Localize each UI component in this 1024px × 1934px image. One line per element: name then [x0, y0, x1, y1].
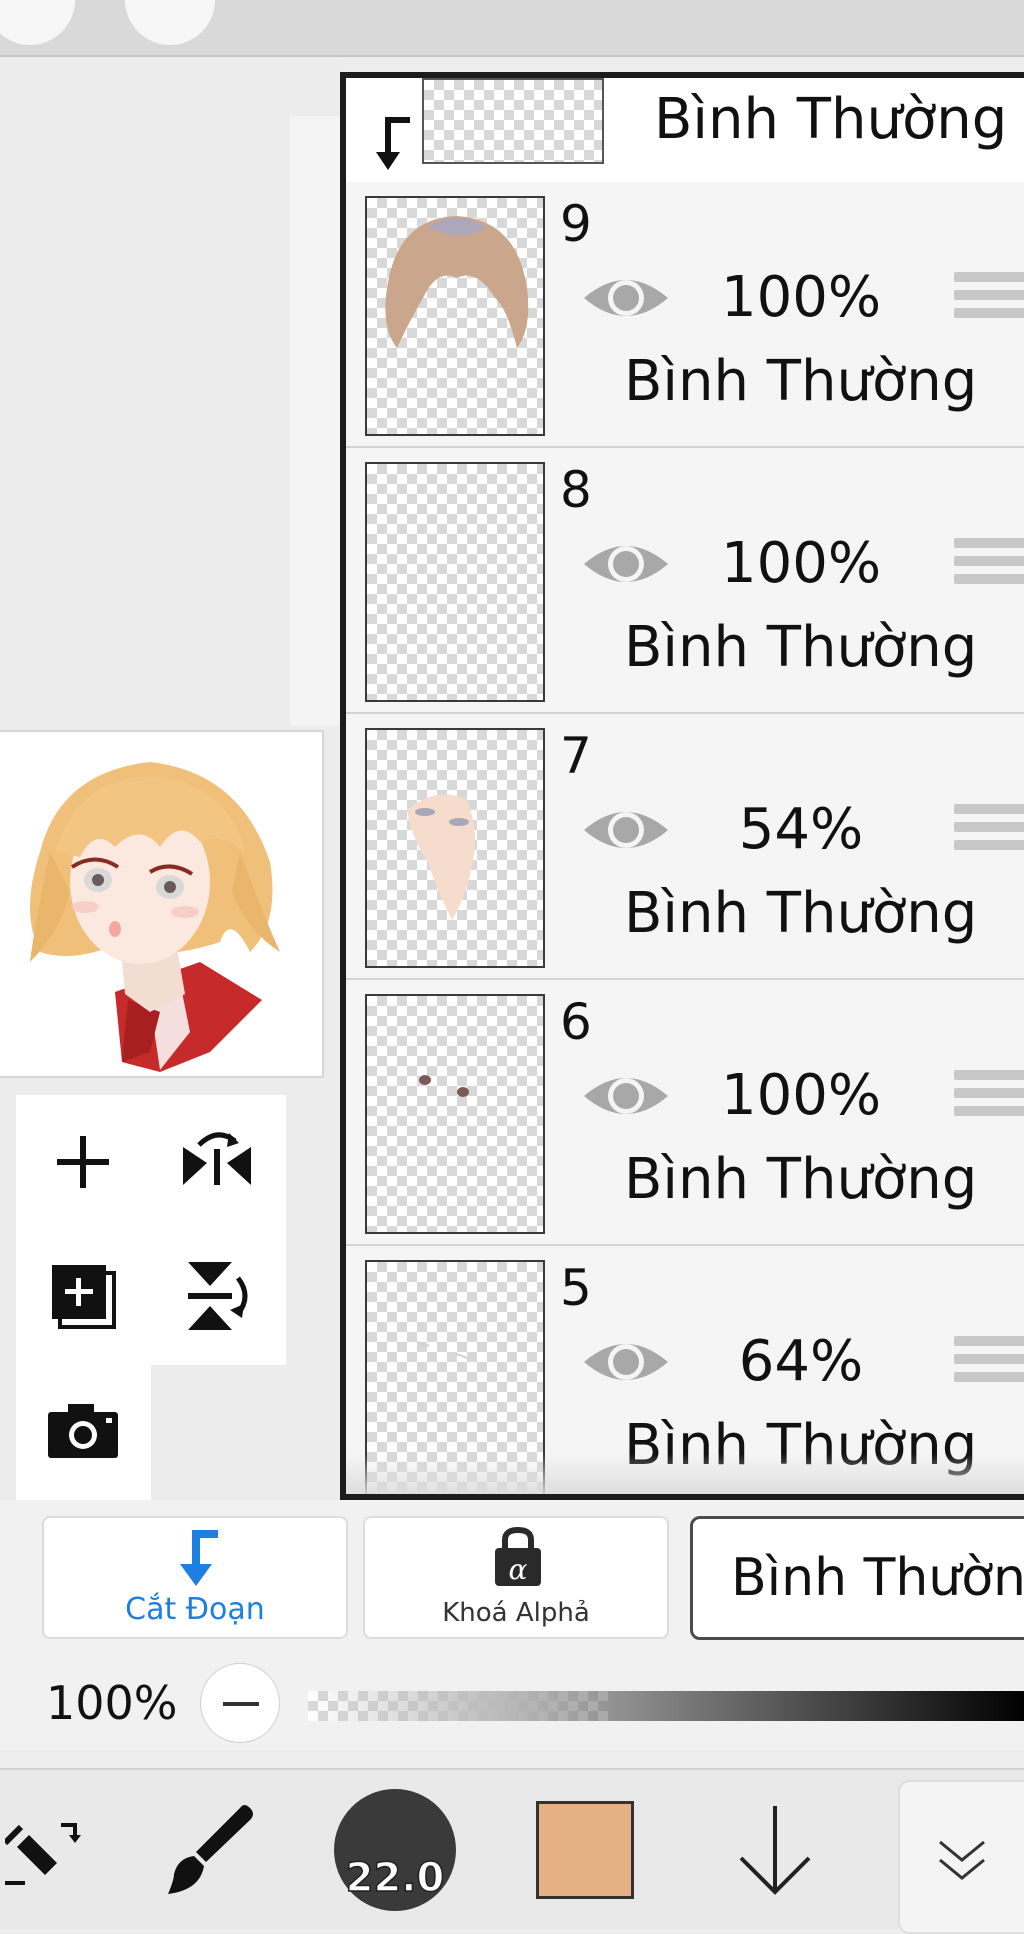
drag-handle-icon[interactable]: [954, 804, 1024, 864]
transform-icon[interactable]: [0, 1770, 90, 1929]
chevron-double-down-icon: [939, 1840, 985, 1880]
alpha-lock-button[interactable]: α Khoá Alphả: [363, 1516, 669, 1639]
eye-icon[interactable]: [580, 800, 672, 860]
clip-icon: [180, 1530, 218, 1586]
brush-size-value: 22.0: [345, 1854, 445, 1902]
layer-blend-mode[interactable]: Bình Thường: [624, 350, 977, 414]
eye-icon[interactable]: [580, 1332, 672, 1392]
top-bar: [0, 0, 1024, 57]
clip-button[interactable]: Cắt Đoạn: [42, 1516, 348, 1639]
layer-opacity[interactable]: 100%: [716, 266, 886, 330]
header-thumbnail: [422, 78, 604, 164]
layer-number: 6: [560, 993, 592, 1051]
layer-blend-mode[interactable]: Bình Thường: [624, 1148, 977, 1212]
layer-number: 9: [560, 195, 592, 253]
color-swatch[interactable]: [530, 1770, 640, 1929]
drag-handle-icon[interactable]: [954, 272, 1024, 332]
layer-tools: [16, 1095, 286, 1500]
flip-horizontal-icon[interactable]: [162, 1107, 272, 1217]
top-circle-button[interactable]: [125, 0, 215, 45]
layers-panel: Bình Thường 9 100% Bình Thường 8 100% Bình Th…: [340, 72, 1024, 1500]
lock-icon: α: [495, 1526, 541, 1586]
layer-row[interactable]: 9 100% Bình Thường: [346, 182, 1024, 448]
artwork-preview[interactable]: [0, 730, 324, 1078]
eye-icon[interactable]: [580, 1066, 672, 1126]
layer-opacity[interactable]: 100%: [716, 1064, 886, 1128]
svg-text:α: α: [509, 1553, 528, 1586]
top-circle-button[interactable]: [0, 0, 75, 45]
layer-blend-mode[interactable]: Bình Thường: [624, 616, 977, 680]
brush-icon[interactable]: [150, 1770, 270, 1929]
eye-icon[interactable]: [580, 268, 672, 328]
layer-opacity[interactable]: 100%: [716, 532, 886, 596]
opacity-row: 100%: [0, 1655, 1024, 1750]
drag-handle-icon[interactable]: [954, 1336, 1024, 1396]
layer-number: 8: [560, 461, 592, 519]
drag-handle-icon[interactable]: [954, 1070, 1024, 1130]
clip-arrow-icon: [376, 117, 410, 170]
eye-icon[interactable]: [580, 534, 672, 594]
layer-row[interactable]: 6 100% Bình Thường: [346, 980, 1024, 1246]
header-blend-mode: Bình Thường: [654, 87, 1008, 152]
brush-size[interactable]: 22.0: [330, 1770, 460, 1929]
flip-vertical-icon[interactable]: [162, 1241, 272, 1351]
layer-number: 5: [560, 1259, 592, 1317]
character-illustration: [30, 762, 280, 1072]
clip-label: Cắt Đoạn: [125, 1592, 265, 1627]
layer-thumbnail[interactable]: [365, 728, 545, 968]
layer-blend-mode[interactable]: Bình Thường: [624, 882, 977, 946]
bottom-toolbar: 22.0: [0, 1768, 1024, 1934]
more-button[interactable]: [898, 1780, 1024, 1934]
drag-handle-icon[interactable]: [954, 538, 1024, 598]
layer-header[interactable]: Bình Thường: [346, 78, 1024, 184]
layer-opacity[interactable]: 64%: [716, 1330, 886, 1394]
layer-row[interactable]: 7 54% Bình Thường: [346, 714, 1024, 980]
layer-thumbnail[interactable]: [365, 462, 545, 702]
plus-icon[interactable]: [28, 1107, 138, 1217]
opacity-label: 100%: [46, 1676, 178, 1730]
layer-number: 7: [560, 727, 592, 785]
camera-icon[interactable]: [28, 1375, 138, 1485]
layer-opacity[interactable]: 54%: [716, 798, 886, 862]
layer-thumbnail[interactable]: [365, 994, 545, 1234]
blend-mode-select[interactable]: Bình Thườn: [690, 1516, 1024, 1640]
alpha-lock-label: Khoá Alphả: [442, 1598, 590, 1628]
arrow-down-icon[interactable]: [720, 1770, 830, 1929]
layer-row[interactable]: 8 100% Bình Thường: [346, 448, 1024, 714]
opacity-minus-button[interactable]: [200, 1663, 280, 1743]
layer-thumbnail[interactable]: [365, 196, 545, 436]
canvas-strip: [290, 116, 340, 726]
add-layer-icon[interactable]: [28, 1241, 138, 1351]
